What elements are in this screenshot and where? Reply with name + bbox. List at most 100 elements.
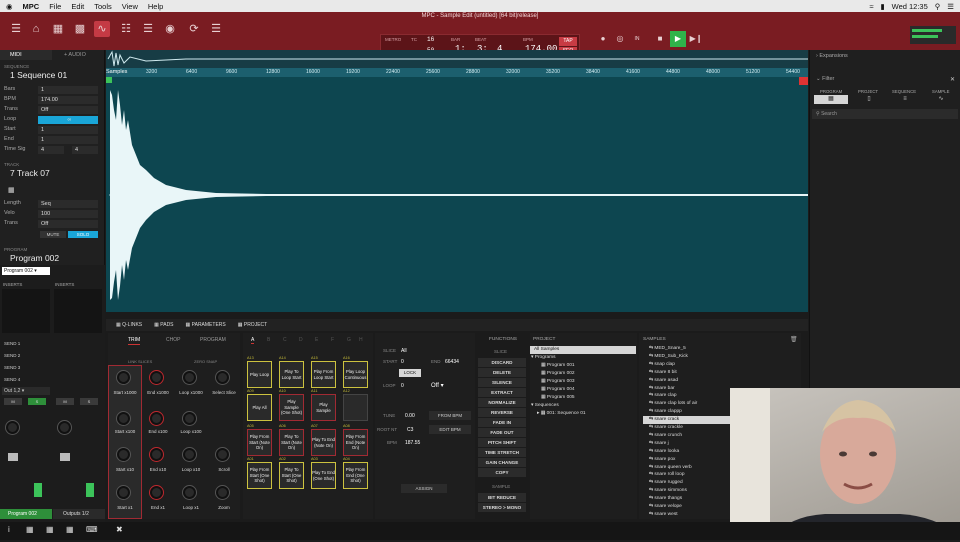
pad[interactable] xyxy=(343,394,368,421)
program-select[interactable]: Program 002 ▾ xyxy=(2,267,50,275)
record-button[interactable]: ● xyxy=(595,31,611,47)
fn-copy[interactable]: COPY xyxy=(478,468,526,477)
field-bars[interactable]: 1 xyxy=(38,86,98,94)
bank-g[interactable]: G xyxy=(347,337,351,343)
sample-item[interactable]: ⇆ snare crunch xyxy=(643,432,731,440)
bank-c[interactable]: C xyxy=(283,337,287,343)
mute-button[interactable]: MUTE xyxy=(40,231,66,238)
app-menu[interactable]: MPC xyxy=(23,2,40,11)
field-time-sig-den[interactable]: 4 xyxy=(72,146,98,154)
stop-button[interactable]: ■ xyxy=(652,31,668,47)
outputs-chip[interactable]: Outputs 1/2 xyxy=(53,509,105,519)
trash-icon[interactable]: 🗑 xyxy=(790,336,798,343)
grid-icon[interactable]: ▦ xyxy=(26,525,34,534)
tab-qlinks[interactable]: ▦ Q-LINKS xyxy=(116,322,142,328)
pan-knob-ch2[interactable] xyxy=(58,421,71,434)
program-item[interactable]: ▦ Program 005 xyxy=(541,395,575,400)
qlink-knob[interactable] xyxy=(150,412,163,425)
pad[interactable]: Play From Start (Note On) xyxy=(247,429,272,456)
bank-h[interactable]: H xyxy=(359,337,363,343)
qlink-knob[interactable] xyxy=(150,448,163,461)
close-icon[interactable]: ✕ xyxy=(950,76,955,83)
sample-item[interactable]: ⇆ snare clap lots of air xyxy=(643,400,731,408)
keyboard-icon[interactable]: ⌨ xyxy=(86,525,98,534)
qlink-knob[interactable] xyxy=(216,486,229,499)
filter-header[interactable]: ⌄ Filter xyxy=(816,76,834,82)
wifi-icon[interactable]: ≈ xyxy=(869,2,873,11)
grid-icon[interactable]: ☷ xyxy=(118,21,134,37)
fn-time-stretch[interactable]: TIME STRETCH xyxy=(478,448,526,457)
sample-item[interactable]: ⇆ snare j xyxy=(643,440,731,448)
bank-a[interactable]: A xyxy=(251,337,255,344)
fn-extract[interactable]: EXTRACT xyxy=(478,388,526,397)
program-chip[interactable]: Program 002 xyxy=(0,509,52,519)
tab-parameters[interactable]: ▦ PARAMETERS xyxy=(186,322,226,328)
apple-icon[interactable]: ◉ xyxy=(6,2,13,11)
output-select[interactable]: Out 1,2 ▾ xyxy=(2,387,50,395)
start-value[interactable]: 0 xyxy=(401,359,404,365)
sample-item[interactable]: ⇆ snare velope xyxy=(643,503,731,511)
menu-tools[interactable]: Tools xyxy=(94,2,112,11)
filter-tab-sample[interactable]: SAMPLE xyxy=(932,89,949,94)
bank-b[interactable]: B xyxy=(267,337,270,343)
qlink-tab-program[interactable]: PROGRAM xyxy=(200,337,226,343)
fn-fade-in[interactable]: FADE IN xyxy=(478,418,526,427)
fn-reverse[interactable]: REVERSE xyxy=(478,408,526,417)
pad[interactable]: Play All xyxy=(247,394,272,421)
sample-item[interactable]: ⇆ snare crackle xyxy=(643,424,731,432)
fn-normalize[interactable]: NORMALIZE xyxy=(478,398,526,407)
loop-toggle[interactable]: ∞ xyxy=(38,116,98,124)
sample-item[interactable]: ⇆ snare bar xyxy=(643,385,731,393)
pad[interactable]: Play From Loop Start xyxy=(311,361,336,388)
sample-item[interactable]: ⇆ MED_Snare_5 xyxy=(643,345,731,353)
track-name[interactable]: 7 Track 07 xyxy=(10,168,50,178)
waveform-area[interactable] xyxy=(106,50,808,312)
program-item[interactable]: ▦ Program 003 xyxy=(541,379,575,384)
sample-item[interactable]: ⇆ snare asad xyxy=(643,377,731,385)
play-button[interactable]: ▶ xyxy=(670,31,686,47)
bpm-value[interactable]: 187.55 xyxy=(405,440,420,446)
loop-icon[interactable]: ⟳ xyxy=(186,21,202,37)
send-2[interactable]: SEND 2 xyxy=(4,353,20,358)
sample-item[interactable]: ⇆ snare clap xyxy=(643,392,731,400)
send-3[interactable]: SEND 3 xyxy=(4,365,20,370)
sample-item[interactable]: ⇆ snare 8 bit xyxy=(643,369,731,377)
pad[interactable]: Play Sample xyxy=(311,394,336,421)
solo-btn-ch1[interactable]: S xyxy=(28,398,46,405)
menu-icon[interactable]: ☰ xyxy=(8,21,24,37)
fn-delete[interactable]: DELETE xyxy=(478,368,526,377)
project-filter-icon[interactable]: ▯ xyxy=(854,95,884,104)
bank-d[interactable]: D xyxy=(299,337,303,343)
sample-item[interactable]: ⇆ snare roll loop xyxy=(643,471,731,479)
qlink-tab-trim[interactable]: TRIM xyxy=(128,337,141,345)
program-item[interactable]: ▦ Program 001 xyxy=(541,363,575,368)
fn-stereo-mono[interactable]: STEREO > MONO xyxy=(478,503,526,512)
field-time-sig-num[interactable]: 4 xyxy=(38,146,64,154)
programs-folder[interactable]: ▾ Programs xyxy=(531,355,556,360)
solo-button[interactable]: SOLO xyxy=(68,231,98,238)
sequence-filter-icon[interactable]: ≡ xyxy=(890,95,920,104)
program-item[interactable]: ▦ Program 004 xyxy=(541,387,575,392)
field-trans[interactable]: Off xyxy=(38,106,98,114)
qlink-knob[interactable] xyxy=(150,371,163,384)
fader-ch2[interactable] xyxy=(60,453,70,461)
pad[interactable]: Play To Loop Start xyxy=(279,361,304,388)
pad[interactable]: Play Sample (One Shot) xyxy=(279,394,304,421)
slice-value[interactable]: All xyxy=(401,348,407,354)
tune-value[interactable]: 0.00 xyxy=(405,413,415,419)
record-mode-icon[interactable]: ◉ xyxy=(162,21,178,37)
layout-icon[interactable]: ▦ xyxy=(66,525,74,534)
fn-gain-change[interactable]: GAIN CHANGE xyxy=(478,458,526,467)
qlink-knob[interactable] xyxy=(117,371,130,384)
search-icon[interactable]: ⚲ xyxy=(935,2,941,11)
pad[interactable]: Play From Start (One Shot) xyxy=(247,462,272,489)
fn-silence[interactable]: SILENCE xyxy=(478,378,526,387)
mixer-icon[interactable]: ☰ xyxy=(140,21,156,37)
qlink-knob[interactable] xyxy=(117,412,130,425)
play-start-button[interactable]: ▶❙ xyxy=(688,31,704,47)
sequences-folder[interactable]: ▾ Sequences xyxy=(531,403,559,408)
program-name[interactable]: Program 002 xyxy=(10,253,59,263)
inserts-slot-2[interactable] xyxy=(54,289,102,333)
pad[interactable]: Play To End (Note On) xyxy=(311,429,336,456)
from-bpm-button[interactable]: FROM BPM xyxy=(429,411,471,420)
